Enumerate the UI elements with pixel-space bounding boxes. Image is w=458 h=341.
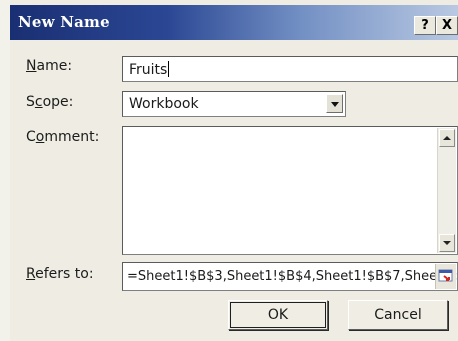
scope-label: Scope: (26, 94, 74, 110)
ok-button[interactable]: OK (228, 300, 328, 330)
title-bar[interactable]: New Name ? X (10, 5, 458, 40)
close-button[interactable]: X (436, 16, 458, 35)
close-icon: X (441, 18, 453, 33)
cancel-button[interactable]: Cancel (348, 300, 448, 330)
arrow-down-icon[interactable] (439, 234, 455, 252)
dialog-title: New Name (18, 13, 110, 31)
text-caret (168, 61, 170, 77)
new-name-dialog: New Name ? X Name: Fruits Scope: Workboo… (10, 0, 458, 341)
scope-value: Workbook (129, 96, 199, 112)
refers-to-value: =Sheet1!$B$3,Sheet1!$B$4,Sheet1!$B$7,She… (127, 269, 458, 284)
collapse-dialog-icon (438, 269, 453, 282)
comment-textarea[interactable] (122, 126, 458, 255)
comment-scrollbar[interactable] (437, 128, 456, 253)
scope-select[interactable]: Workbook (122, 91, 346, 117)
refers-to-field[interactable]: =Sheet1!$B$3,Sheet1!$B$4,Sheet1!$B$7,She… (122, 262, 458, 291)
comment-label: Comment: (26, 129, 100, 145)
name-label: Name: (26, 58, 73, 74)
refers-to-label: Refers to: (26, 266, 94, 282)
name-value: Fruits (129, 62, 168, 78)
help-icon: ? (421, 18, 429, 33)
chevron-down-icon[interactable] (326, 94, 343, 113)
name-field[interactable]: Fruits (122, 56, 458, 82)
help-button[interactable]: ? (414, 16, 436, 35)
collapse-dialog-button[interactable] (435, 264, 456, 289)
arrow-up-icon[interactable] (439, 129, 455, 147)
